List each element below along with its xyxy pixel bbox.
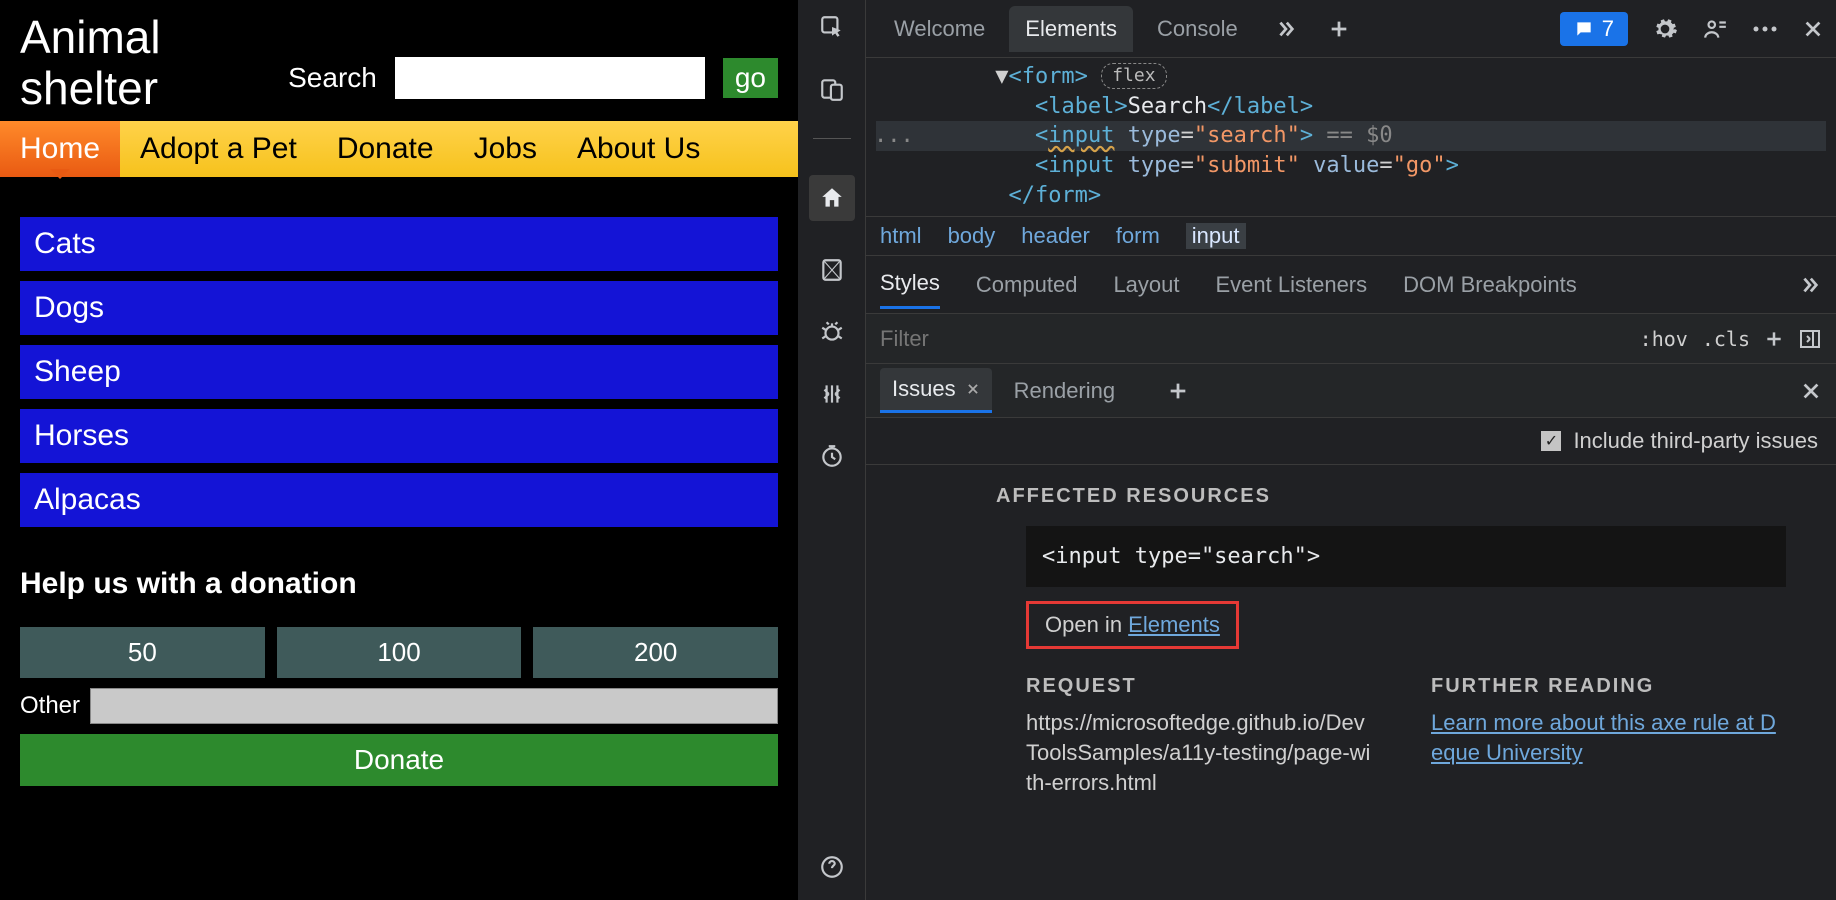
device-toggle-icon[interactable]	[819, 76, 845, 102]
search-submit-button[interactable]: go	[723, 58, 778, 98]
list-item[interactable]: Alpacas	[20, 473, 778, 527]
crumb-item[interactable]: input	[1186, 223, 1246, 249]
issues-count: 7	[1602, 16, 1614, 42]
list-item[interactable]: Cats	[20, 217, 778, 271]
crumb-item[interactable]: html	[880, 223, 922, 249]
request-column: REQUEST https://microsoftedge.github.io/…	[1026, 675, 1371, 797]
nav-adopt[interactable]: Adopt a Pet	[120, 121, 317, 177]
dom-breadcrumb: html body header form input	[866, 216, 1836, 256]
flex-badge[interactable]: flex	[1101, 63, 1166, 89]
open-in-elements: Open in Elements	[1026, 601, 1239, 649]
divider	[813, 138, 851, 139]
tab-welcome[interactable]: Welcome	[878, 6, 1001, 52]
network-tool-icon[interactable]	[819, 381, 845, 407]
further-reading-header: FURTHER READING	[1431, 675, 1776, 698]
main-nav: Home Adopt a Pet Donate Jobs About Us	[0, 121, 798, 177]
more-options-icon[interactable]	[1752, 24, 1778, 34]
inspect-element-icon[interactable]	[819, 14, 845, 40]
search-form: Search go	[288, 57, 778, 99]
sources-tool-icon[interactable]	[819, 257, 845, 283]
crumb-item[interactable]: form	[1116, 223, 1160, 249]
crumb-item[interactable]: header	[1021, 223, 1090, 249]
third-party-toggle-row: ✓ Include third-party issues	[866, 418, 1836, 465]
tab-elements[interactable]: Elements	[1009, 6, 1133, 52]
styles-subtabs: Styles Computed Layout Event Listeners D…	[866, 256, 1836, 314]
nav-about[interactable]: About Us	[557, 121, 720, 177]
list-item[interactable]: Dogs	[20, 281, 778, 335]
issues-panel-body: AFFECTED RESOURCES <input type="search">…	[866, 465, 1836, 900]
other-amount-input[interactable]	[90, 688, 778, 724]
list-item[interactable]: Sheep	[20, 345, 778, 399]
close-drawer-icon[interactable]	[1800, 380, 1822, 402]
close-icon[interactable]	[1802, 18, 1824, 40]
animal-list: Cats Dogs Sheep Horses Alpacas	[0, 177, 798, 537]
tab-console[interactable]: Console	[1141, 6, 1254, 52]
devtools-tabs: Welcome Elements Console 7	[866, 0, 1836, 58]
issues-counter[interactable]: 7	[1560, 12, 1628, 46]
amount-option[interactable]: 200	[533, 627, 778, 678]
search-input[interactable]	[395, 57, 705, 99]
toolbar-right: 7	[1560, 12, 1824, 46]
computed-sidebar-toggle-icon[interactable]	[1798, 327, 1822, 351]
elements-tool-icon[interactable]	[809, 175, 855, 221]
site-header: Animal shelter Search go	[0, 0, 798, 121]
third-party-checkbox[interactable]: ✓	[1541, 431, 1561, 451]
more-subtabs-icon[interactable]	[1796, 272, 1822, 298]
donation-heading: Help us with a donation	[20, 567, 778, 601]
other-amount-row: Other	[20, 688, 778, 724]
affected-resources-header: AFFECTED RESOURCES	[996, 485, 1796, 508]
performance-tool-icon[interactable]	[819, 443, 845, 469]
dom-tree[interactable]: ▼<form> flex <label>Search</label> ... <…	[866, 58, 1836, 216]
open-in-prefix: Open in	[1045, 612, 1128, 637]
open-in-elements-link[interactable]: Elements	[1128, 612, 1220, 637]
amount-option[interactable]: 100	[277, 627, 522, 678]
crumb-item[interactable]: body	[948, 223, 996, 249]
amount-option[interactable]: 50	[20, 627, 265, 678]
bug-icon[interactable]	[819, 319, 845, 345]
nav-jobs[interactable]: Jobs	[454, 121, 557, 177]
toggle-cls[interactable]: .cls	[1702, 327, 1750, 351]
settings-icon[interactable]	[1652, 16, 1678, 42]
subtab-computed[interactable]: Computed	[976, 262, 1078, 308]
further-reading-link[interactable]: Learn more about this axe rule at Deque …	[1431, 710, 1776, 765]
help-icon[interactable]	[819, 854, 845, 880]
subtab-layout[interactable]: Layout	[1113, 262, 1179, 308]
nav-home[interactable]: Home	[0, 121, 120, 177]
donate-button[interactable]: Donate	[20, 734, 778, 786]
styles-filter-row: :hov .cls	[866, 314, 1836, 364]
search-label: Search	[288, 62, 377, 94]
chat-icon	[1574, 19, 1594, 39]
feedback-icon[interactable]	[1702, 16, 1728, 42]
request-url[interactable]: https://microsoftedge.github.io/DevTools…	[1026, 708, 1371, 797]
rendered-page: Animal shelter Search go Home Adopt a Pe…	[0, 0, 798, 900]
drawer-tab-rendering[interactable]: Rendering	[1002, 370, 1128, 412]
close-tab-icon[interactable]	[966, 382, 980, 396]
third-party-label: Include third-party issues	[1573, 428, 1818, 454]
request-header: REQUEST	[1026, 675, 1371, 698]
drawer-tab-label: Issues	[892, 376, 956, 402]
devtools: Welcome Elements Console 7	[798, 0, 1836, 900]
donation-amounts: 50 100 200	[20, 627, 778, 678]
subtab-event-listeners[interactable]: Event Listeners	[1216, 262, 1368, 308]
affected-code-snippet[interactable]: <input type="search">	[1026, 526, 1786, 587]
add-tab-icon[interactable]	[1326, 16, 1352, 42]
devtools-activity-bar	[798, 0, 866, 900]
donation-section: Help us with a donation 50 100 200 Other…	[0, 537, 798, 786]
further-reading-column: FURTHER READING Learn more about this ax…	[1431, 675, 1776, 797]
devtools-main: Welcome Elements Console 7	[866, 0, 1836, 900]
toggle-hov[interactable]: :hov	[1640, 327, 1688, 351]
add-drawer-tab-icon[interactable]	[1167, 380, 1189, 402]
subtab-styles[interactable]: Styles	[880, 260, 940, 309]
new-style-rule-icon[interactable]	[1764, 329, 1784, 349]
nav-donate[interactable]: Donate	[317, 121, 454, 177]
styles-filter-input[interactable]	[880, 326, 1626, 352]
other-amount-label: Other	[20, 692, 80, 720]
drawer-tabs: Issues Rendering	[866, 364, 1836, 418]
more-tabs-icon[interactable]	[1272, 16, 1298, 42]
subtab-dom-breakpoints[interactable]: DOM Breakpoints	[1403, 262, 1577, 308]
site-title: Animal shelter	[20, 12, 220, 113]
list-item[interactable]: Horses	[20, 409, 778, 463]
drawer-tab-issues[interactable]: Issues	[880, 368, 992, 413]
